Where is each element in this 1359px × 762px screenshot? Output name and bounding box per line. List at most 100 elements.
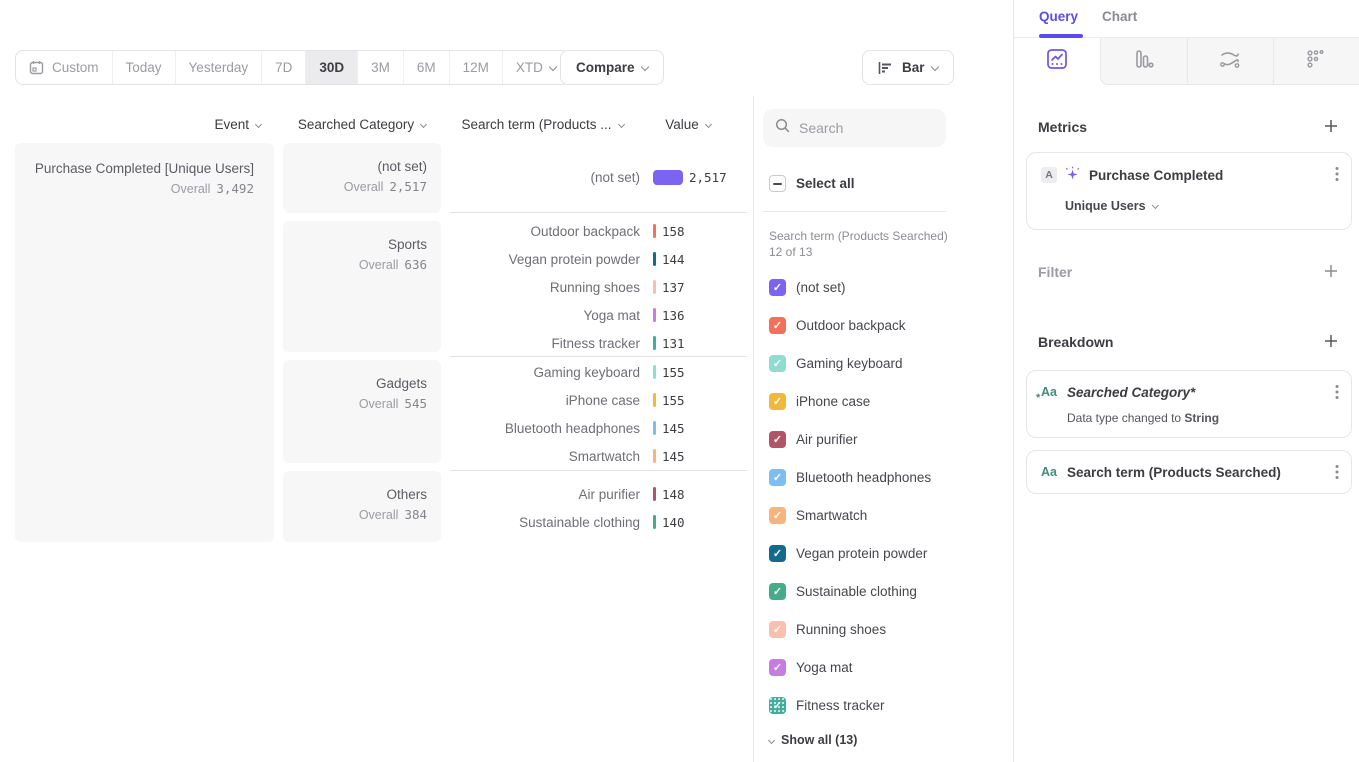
checkbox[interactable]: ✓ bbox=[769, 393, 786, 410]
range-label: Custom bbox=[52, 60, 99, 75]
table-row[interactable]: Air purifier 148 bbox=[450, 480, 685, 508]
table-row[interactable]: iPhone case 155 bbox=[450, 386, 685, 414]
tab-flows[interactable] bbox=[1187, 38, 1273, 85]
breakdown-kebab-menu[interactable] bbox=[1335, 464, 1339, 480]
filter-item[interactable]: ✓ (not set) bbox=[769, 279, 846, 296]
table-row[interactable]: Vegan protein powder 144 bbox=[450, 245, 685, 273]
column-header-search-term[interactable]: Search term (Products ... bbox=[440, 117, 645, 132]
term-group: (not set) 2,517 bbox=[450, 163, 727, 191]
range-custom[interactable]: Custom bbox=[16, 51, 112, 84]
chevron-down-icon bbox=[617, 121, 624, 128]
insights-icon bbox=[1046, 48, 1068, 75]
breakdown-card[interactable]: Aa Search term (Products Searched) bbox=[1026, 450, 1352, 494]
checkbox[interactable]: ✓ bbox=[769, 697, 786, 714]
compare-button[interactable]: Compare bbox=[560, 50, 664, 85]
value-bar bbox=[653, 224, 656, 238]
event-sparkle-icon bbox=[1064, 166, 1081, 188]
range-12m[interactable]: 12M bbox=[449, 51, 502, 84]
filter-item[interactable]: ✓ Yoga mat bbox=[769, 659, 853, 676]
filter-item[interactable]: ✓ Smartwatch bbox=[769, 507, 867, 524]
show-all-button[interactable]: Show all (13) bbox=[769, 733, 857, 747]
metric-name: Purchase Completed bbox=[1089, 168, 1223, 183]
checkbox[interactable]: ✓ bbox=[769, 621, 786, 638]
filter-item[interactable]: ✓ Running shoes bbox=[769, 621, 886, 638]
date-range-group: Custom Today Yesterday 7D 30D 3M 6M 12M … bbox=[15, 50, 570, 85]
select-all-row[interactable]: Select all bbox=[769, 175, 855, 192]
checkbox[interactable]: ✓ bbox=[769, 279, 786, 296]
filter-item[interactable]: ✓ Sustainable clothing bbox=[769, 583, 917, 600]
search-icon bbox=[775, 118, 790, 138]
value-bar bbox=[653, 170, 683, 185]
range-6m[interactable]: 6M bbox=[403, 51, 449, 84]
checkbox[interactable]: ✓ bbox=[769, 507, 786, 524]
breakdown-card[interactable]: Aa* Searched Category* Data type changed… bbox=[1026, 370, 1352, 438]
row-separator bbox=[450, 212, 747, 213]
add-breakdown-button[interactable] bbox=[1323, 333, 1339, 349]
report-type-tabs bbox=[1014, 38, 1359, 85]
range-xtd[interactable]: XTD bbox=[502, 51, 569, 84]
value-bar bbox=[653, 393, 656, 407]
checkbox[interactable]: ✓ bbox=[769, 583, 786, 600]
column-header-value[interactable]: Value bbox=[648, 117, 728, 132]
value-bar bbox=[653, 308, 656, 322]
category-cell[interactable]: Others Overall384 bbox=[283, 471, 441, 542]
category-cell[interactable]: (not set) Overall2,517 bbox=[283, 143, 441, 213]
chevron-down-icon bbox=[930, 62, 938, 70]
filter-item[interactable]: ✓ Outdoor backpack bbox=[769, 317, 906, 334]
tab-retention[interactable] bbox=[1273, 38, 1359, 85]
filter-item[interactable]: ✓ Gaming keyboard bbox=[769, 355, 903, 372]
tab-chart[interactable]: Chart bbox=[1102, 9, 1137, 24]
value-bar bbox=[653, 449, 656, 463]
breakdown-heading: Breakdown bbox=[1038, 334, 1113, 350]
breakdown-kebab-menu[interactable] bbox=[1335, 384, 1339, 400]
column-header-searched-category[interactable]: Searched Category bbox=[283, 117, 441, 132]
search-input[interactable] bbox=[799, 120, 929, 136]
panel-divider bbox=[753, 96, 754, 762]
metric-card[interactable]: A Purchase Completed Unique Users bbox=[1026, 152, 1352, 230]
chart-type-button[interactable]: Bar bbox=[862, 50, 954, 85]
tab-funnels[interactable] bbox=[1100, 38, 1186, 85]
range-today[interactable]: Today bbox=[112, 51, 175, 84]
filter-item[interactable]: ✓ Air purifier bbox=[769, 431, 858, 448]
filter-item[interactable]: ✓ iPhone case bbox=[769, 393, 870, 410]
table-row[interactable]: (not set) 2,517 bbox=[450, 163, 727, 191]
column-header-event[interactable]: Event bbox=[15, 117, 261, 132]
checkbox[interactable]: ✓ bbox=[769, 659, 786, 676]
tab-insights[interactable] bbox=[1014, 38, 1100, 85]
add-metric-button[interactable] bbox=[1323, 118, 1339, 134]
range-3m[interactable]: 3M bbox=[357, 51, 403, 84]
table-row[interactable]: Gaming keyboard 155 bbox=[450, 358, 685, 386]
table-row[interactable]: Yoga mat 136 bbox=[450, 301, 685, 329]
filter-item[interactable]: ✓ Bluetooth headphones bbox=[769, 469, 931, 486]
table-row[interactable]: Outdoor backpack 158 bbox=[450, 217, 685, 245]
metric-letter-badge: A bbox=[1041, 167, 1057, 183]
value-bar bbox=[653, 487, 656, 501]
filter-heading: Filter bbox=[1038, 264, 1072, 280]
measure-dropdown[interactable]: Unique Users bbox=[1065, 199, 1158, 213]
checkbox[interactable]: ✓ bbox=[769, 355, 786, 372]
chevron-down-icon bbox=[549, 62, 557, 70]
add-filter-button[interactable] bbox=[1323, 263, 1339, 279]
range-30d[interactable]: 30D bbox=[305, 51, 357, 84]
event-cell[interactable]: Purchase Completed [Unique Users] Overal… bbox=[15, 143, 274, 542]
table-row[interactable]: Smartwatch 145 bbox=[450, 442, 685, 470]
category-cell[interactable]: Gadgets Overall545 bbox=[283, 360, 441, 463]
tab-query[interactable]: Query bbox=[1039, 9, 1078, 24]
select-all-checkbox[interactable] bbox=[769, 175, 786, 192]
range-7d[interactable]: 7D bbox=[261, 51, 305, 84]
table-row[interactable]: Bluetooth headphones 145 bbox=[450, 414, 685, 442]
filter-item[interactable]: ✓ Fitness tracker bbox=[769, 697, 885, 714]
table-row[interactable]: Running shoes 137 bbox=[450, 273, 685, 301]
category-cell[interactable]: Sports Overall636 bbox=[283, 221, 441, 352]
checkbox[interactable]: ✓ bbox=[769, 431, 786, 448]
filter-item[interactable]: ✓ Vegan protein powder bbox=[769, 545, 927, 562]
indeterminate-icon bbox=[773, 183, 782, 185]
range-yesterday[interactable]: Yesterday bbox=[175, 51, 262, 84]
table-row[interactable]: Sustainable clothing 140 bbox=[450, 508, 685, 536]
checkbox[interactable]: ✓ bbox=[769, 317, 786, 334]
search-box[interactable] bbox=[763, 109, 946, 147]
table-row[interactable]: Fitness tracker 131 bbox=[450, 329, 685, 357]
metric-kebab-menu[interactable] bbox=[1335, 166, 1339, 182]
checkbox[interactable]: ✓ bbox=[769, 469, 786, 486]
checkbox[interactable]: ✓ bbox=[769, 545, 786, 562]
